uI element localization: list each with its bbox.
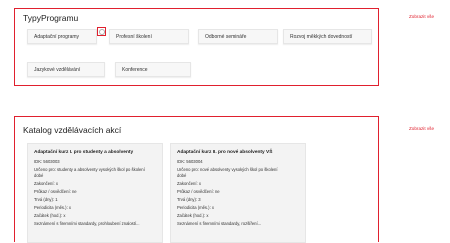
course-closing: Zakončení: x bbox=[34, 181, 58, 186]
course-id: IDK: 5603004 bbox=[177, 159, 203, 164]
course-footer: Seznámení s firemními standardy, prohlou… bbox=[34, 221, 140, 226]
course-title: Adaptační kurz II. pro nové absolventy V… bbox=[177, 150, 273, 155]
course-periodicity: Periodicita (měs.): x bbox=[34, 205, 71, 210]
chip-jazykove-vzdelavani[interactable]: Jazykové vzdělávání bbox=[27, 62, 105, 77]
catalog-show-all-link[interactable]: Zobrazit vše bbox=[409, 126, 434, 131]
types-section: TypyProgramu Adaptační programy Profesní… bbox=[14, 8, 379, 86]
course-periodicity: Periodicita (měs.): x bbox=[177, 205, 214, 210]
course-start: Začátek (hod.): x bbox=[34, 213, 66, 218]
chip-profesni-skoleni[interactable]: Profesní školení bbox=[109, 29, 189, 44]
types-show-all-link[interactable]: Zobrazit vše bbox=[409, 14, 434, 19]
course-start: Začátek (hod.): x bbox=[177, 213, 209, 218]
course-desc: Určeno pro: studenty a absolventy vysoký… bbox=[34, 167, 145, 172]
course-duration: Trvá (dny): 3 bbox=[177, 197, 201, 202]
course-footer: Seznámení s firemními standardy, rozšíře… bbox=[177, 221, 262, 226]
types-title: TypyProgramu bbox=[23, 13, 79, 23]
circle-icon bbox=[99, 29, 105, 35]
course-closing: Zakončení: x bbox=[177, 181, 201, 186]
course-card[interactable]: Adaptační kurz I. pro studenty a absolve… bbox=[27, 143, 163, 243]
course-certificate: Průkaz / osvědčení: ne bbox=[177, 189, 220, 194]
highlight-checkbox[interactable] bbox=[97, 27, 106, 36]
catalog-section: Katalog vzdělávacích akcí Adaptační kurz… bbox=[14, 116, 379, 243]
chip-odborne-seminare[interactable]: Odborné semináře bbox=[198, 29, 278, 44]
chip-adaptacni-programy[interactable]: Adaptační programy bbox=[27, 29, 97, 44]
chip-rozvoj-mekkych-dovednosti[interactable]: Rozvoj měkkých dovedností bbox=[283, 29, 372, 44]
course-id: IDK: 5603003 bbox=[34, 159, 60, 164]
course-duration: Trvá (dny): 1 bbox=[34, 197, 58, 202]
course-desc-cont: dobé bbox=[177, 173, 187, 178]
course-card[interactable]: Adaptační kurz II. pro nové absolventy V… bbox=[170, 143, 306, 243]
chip-konference[interactable]: Konference bbox=[115, 62, 191, 77]
course-title: Adaptační kurz I. pro studenty a absolve… bbox=[34, 150, 134, 155]
course-desc-cont: dobé bbox=[34, 173, 44, 178]
catalog-title: Katalog vzdělávacích akcí bbox=[23, 125, 122, 135]
course-certificate: Průkaz / osvědčení: ne bbox=[34, 189, 77, 194]
